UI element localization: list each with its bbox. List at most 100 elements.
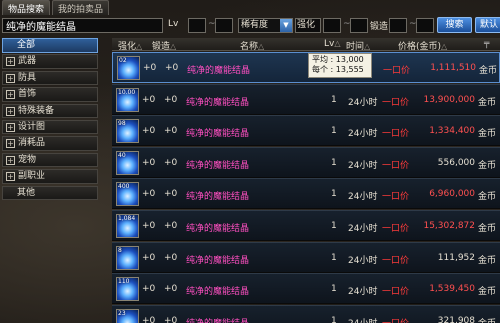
enhance-field[interactable]: 强化 [295,18,321,33]
expand-icon[interactable]: + [6,57,15,67]
tab-bar: 物品搜索 我的拍卖品 [0,0,500,15]
sidebar-item-label: 武器 [18,56,37,67]
rarity-select-value: 稀有度 [241,20,269,30]
item-price: 6,960,000 [429,189,475,200]
sidebar-item-other[interactable]: 其他 [2,185,98,201]
category-sidebar: 全部 + 武器 + 防具 + 首饰 + 特殊装备 + 设计图 + 消耗品 + 宠物 + 副职业 … [2,38,98,202]
crystal-icon[interactable]: 1,084 [116,214,139,238]
crystal-icon[interactable]: 23 [116,308,139,323]
expand-icon[interactable]: + [6,139,15,149]
table-row[interactable]: 98 +0 +0 纯净的魔能结晶 1 24小时 一口价 1,334,400 金币 [112,115,500,147]
table-row[interactable]: 8 +0 +0 纯净的魔能结晶 1 24小时 一口价 111,952 金币 [112,241,500,273]
expand-icon[interactable]: + [6,172,15,182]
sidebar-item-consumable[interactable]: + 消耗品 [2,136,98,151]
crystal-icon[interactable]: 02 [117,56,140,80]
item-level: 1 [331,126,337,137]
sidebar-item-blueprint[interactable]: + 设计图 [2,119,98,135]
chevron-down-icon[interactable]: ▼ [280,19,292,32]
item-quantity: 40 [118,151,126,159]
enhance-min-input[interactable] [323,18,341,33]
column-header-forge[interactable]: 锻造△ [152,39,176,52]
crystal-icon[interactable]: 400 [116,182,139,207]
enhance-max-input[interactable] [350,18,368,33]
level-max-input[interactable] [215,18,233,33]
crystal-icon[interactable]: 110 [116,277,139,302]
item-level: 1 [331,284,337,295]
crystal-icon[interactable]: 40 [116,150,139,175]
expand-icon[interactable]: + [6,155,15,165]
sidebar-item-accessory[interactable]: + 首饰 [2,87,98,102]
expand-icon[interactable]: + [6,106,15,116]
search-button[interactable]: 搜索 [437,17,472,33]
sidebar-item-subclass[interactable]: + 副职业 [2,169,98,184]
forge-min-input[interactable] [389,18,407,33]
expand-icon[interactable]: + [6,90,15,100]
remaining-time: 24小时 [348,192,378,203]
crystal-icon[interactable]: 8 [116,245,139,270]
table-row[interactable]: 10.00 +0 +0 纯净的魔能结晶 1 24小时 一口价 13,900,000 金币 [112,83,500,115]
item-name: 纯净的魔能结晶 [186,97,250,108]
enhance-value: +0 [142,157,156,168]
column-header-level[interactable]: Lv△ [324,39,341,49]
pin-icon[interactable]: ╤ [484,39,489,49]
column-header-price[interactable]: 价格(金币)△ [398,39,447,52]
item-price: 111,952 [437,252,475,263]
sidebar-item-label: 首饰 [18,89,37,100]
item-quantity: 8 [118,246,122,254]
forge-value: +0 [164,189,178,200]
enhance-value: +0 [143,63,157,73]
sidebar-item-weapon[interactable]: + 武器 [2,54,98,69]
sidebar-item-armor[interactable]: + 防具 [2,70,98,86]
forge-value: +0 [164,126,178,137]
price-tooltip: 平均 : 13,000 每个 : 13,555 [308,53,372,78]
enhance-value: +0 [142,315,156,323]
crystal-icon[interactable]: 10.00 [116,87,139,112]
enhance-value: +0 [142,189,156,200]
table-row[interactable]: 400 +0 +0 纯净的魔能结晶 1 24小时 一口价 6,960,000 金币 [112,178,500,210]
item-price: 556,000 [437,157,475,168]
sale-type: 一口价 [382,192,410,203]
column-header-enhance[interactable]: 强化△ [118,39,142,52]
sale-type: 一口价 [382,97,410,108]
rarity-select[interactable]: 稀有度 ▼ [238,18,293,33]
remaining-time: 24小时 [348,224,378,234]
sort-icon: △ [258,42,265,51]
table-row[interactable]: 110 +0 +0 纯净的魔能结晶 1 24小时 一口价 1,539,450 金币 [112,273,500,305]
sale-type: 一口价 [382,160,410,171]
default-button[interactable]: 默认 [475,17,500,33]
forge-value: +0 [164,315,178,323]
crystal-icon[interactable]: 98 [116,119,139,144]
table-header: 强化△ 锻造△ 名称△ Lv△ 时间△ 价格(金币)△ ╤ [112,38,500,52]
item-name: 纯净的魔能结晶 [186,287,250,298]
table-row[interactable]: 1,084 +0 +0 纯净的魔能结晶 1 24小时 一口价 15,302,872 金币 [112,210,500,241]
item-level: 1 [331,252,337,263]
item-search-input[interactable] [2,18,163,33]
sidebar-item-label: 其他 [17,187,36,198]
expand-icon[interactable]: + [6,122,15,132]
sale-type: 一口价 [382,255,410,266]
forge-value: +0 [165,63,179,73]
sidebar-item-all[interactable]: 全部 [2,38,98,53]
sale-type: 一口价 [382,287,410,298]
sort-icon: △ [136,42,143,51]
column-header-time[interactable]: 时间△ [346,39,370,52]
remaining-time: 24小时 [348,255,378,266]
column-header-name[interactable]: 名称△ [240,39,264,52]
sidebar-item-label: 消耗品 [18,138,46,149]
item-level: 1 [331,221,337,231]
table-row[interactable]: 02 +0 +0 纯净的魔能结晶 一口价 1,111,510 金币 [112,52,500,83]
table-row[interactable]: 23 +0 +0 纯净的魔能结晶 1 24小时一口价 321,908金币 [112,304,500,323]
tab-item-search[interactable]: 物品搜索 [2,0,51,15]
item-name: 纯净的魔能结晶 [186,255,250,266]
level-min-input[interactable] [188,18,206,33]
item-price: 15,302,872 [423,221,475,231]
forge-max-input[interactable] [416,18,434,33]
expand-icon[interactable]: + [6,73,15,83]
search-bar: Lv ~ 稀有度 ▼ 强化 ~ 锻造 ~ 搜索 默认 [0,16,500,34]
table-row[interactable]: 40 +0 +0 纯净的魔能结晶 1 24小时 一口价 556,000 金币 [112,146,500,178]
sidebar-item-special-equipment[interactable]: + 特殊装备 [2,103,98,119]
item-name: 纯净的魔能结晶 [186,192,250,203]
currency-label: 金币 [478,287,497,298]
sidebar-item-pet[interactable]: + 宠物 [2,152,98,168]
tab-my-auctions[interactable]: 我的拍卖品 [52,0,110,15]
